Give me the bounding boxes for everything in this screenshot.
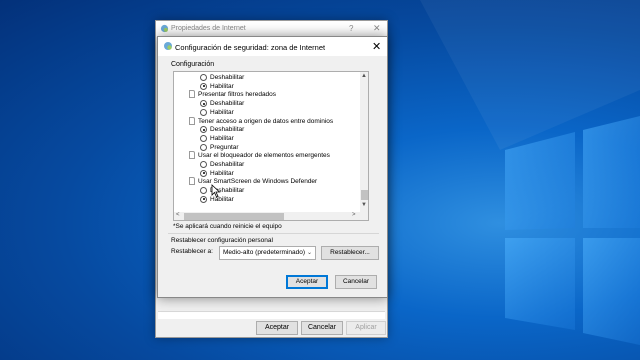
radio-unselected-icon[interactable] xyxy=(200,134,207,142)
vertical-scroll-thumb[interactable] xyxy=(361,190,368,200)
vertical-scrollbar[interactable]: ▲ ▼ xyxy=(360,72,368,212)
radio-unselected-icon[interactable] xyxy=(200,161,207,168)
reset-group-title: Restablecer configuración personal xyxy=(171,237,273,244)
outer-accept-button[interactable]: Aceptar xyxy=(256,321,298,335)
option-label: Deshabilitar xyxy=(210,161,245,168)
radio-selected-icon[interactable] xyxy=(200,195,207,203)
dialog-cancel-button[interactable]: Cancelar xyxy=(335,275,377,289)
radio-selected-icon[interactable] xyxy=(200,100,207,108)
outer-tab-panel-edge xyxy=(158,311,385,319)
radio-unselected-icon[interactable] xyxy=(200,108,207,116)
outer-cancel-button[interactable]: Cancelar xyxy=(301,321,343,335)
internet-options-icon xyxy=(164,42,172,50)
settings-section-label: Configuración xyxy=(171,61,215,68)
option-label: Deshabilitar xyxy=(210,74,245,81)
option-label: Deshabilitar xyxy=(210,100,245,108)
scroll-left-arrow-icon[interactable]: < xyxy=(176,212,180,218)
scrollbar-corner xyxy=(360,212,368,220)
radio-selected-icon[interactable] xyxy=(200,169,207,177)
security-settings-dialog: Configuración de seguridad: zona de Inte… xyxy=(157,36,388,298)
settings-tree-items: Deshabilitar Habilitar Presentar filtros h… xyxy=(174,72,360,212)
scroll-up-arrow-icon[interactable]: ▲ xyxy=(361,73,367,79)
mouse-cursor-icon xyxy=(211,184,221,198)
horizontal-scroll-thumb[interactable] xyxy=(184,213,284,220)
document-icon xyxy=(189,177,195,186)
option-label: Habilitar xyxy=(210,82,234,90)
dialog-accept-button[interactable]: Aceptar xyxy=(286,275,328,289)
radio-unselected-icon[interactable] xyxy=(200,74,207,81)
radio-unselected-icon[interactable] xyxy=(200,187,207,195)
option-label: Habilitar xyxy=(210,134,234,142)
scroll-right-arrow-icon[interactable]: > xyxy=(352,212,356,218)
category-label: Tener acceso a origen de datos entre dom… xyxy=(198,117,334,125)
dialog-close-button[interactable]: ✕ xyxy=(372,40,381,53)
option-label: Deshabilitar xyxy=(210,126,245,134)
document-icon xyxy=(189,116,195,125)
reset-to-label: Restablecer a: xyxy=(171,248,213,255)
radio-unselected-icon[interactable] xyxy=(200,143,207,151)
outer-titlebar: Propiedades de Internet ? ✕ xyxy=(156,21,387,37)
radio-selected-icon[interactable] xyxy=(200,126,207,134)
document-icon xyxy=(189,151,195,160)
help-button[interactable]: ? xyxy=(349,24,353,33)
dialog-title: Configuración de seguridad: zona de Inte… xyxy=(175,43,326,52)
reset-settings-group: Restablecer configuración personal Resta… xyxy=(168,237,379,263)
internet-options-icon xyxy=(160,24,169,33)
settings-tree-list[interactable]: Deshabilitar Habilitar Presentar filtros h… xyxy=(173,71,369,221)
outer-apply-button: Aplicar xyxy=(346,321,386,335)
divider xyxy=(168,233,379,234)
category-label: Presentar filtros heredados xyxy=(198,91,277,99)
horizontal-scrollbar[interactable]: < > xyxy=(174,212,360,220)
option-label: Habilitar xyxy=(210,108,234,116)
reset-level-value: Medio-alto (predeterminado) xyxy=(223,249,306,256)
chevron-down-icon: ⌄ xyxy=(306,250,312,256)
scroll-down-arrow-icon[interactable]: ▼ xyxy=(361,202,367,208)
outer-window-title: Propiedades de Internet xyxy=(171,25,246,32)
reset-button[interactable]: Restablecer... xyxy=(321,246,379,260)
reset-level-dropdown[interactable]: Medio-alto (predeterminado) ⌄ xyxy=(219,246,316,260)
radio-selected-icon[interactable] xyxy=(200,82,207,90)
outer-close-button[interactable]: ✕ xyxy=(373,23,381,34)
option-label: Habilitar xyxy=(210,169,234,177)
restart-note: *Se aplicará cuando reinicie el equipo xyxy=(173,223,282,230)
category-label: Usar el bloqueador de elementos emergent… xyxy=(198,152,330,160)
option-label: Preguntar xyxy=(210,143,239,151)
document-icon xyxy=(189,90,195,99)
dialog-titlebar: Configuración de seguridad: zona de Inte… xyxy=(158,37,387,56)
